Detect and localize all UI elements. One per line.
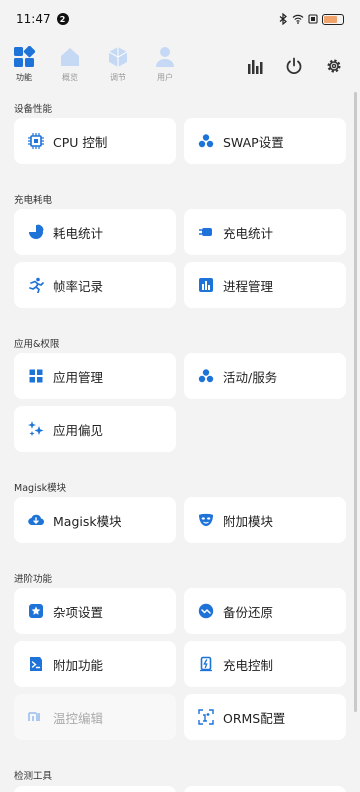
star-badge-icon <box>28 603 44 619</box>
card-label: 杂项设置 <box>53 604 104 620</box>
top-nav: 功能 概览 调节 用户 <box>0 46 360 90</box>
pie-icon <box>28 224 44 240</box>
sparkle-icon <box>28 421 44 437</box>
card-label: 附加模块 <box>223 513 274 529</box>
card-label: 应用偏见 <box>53 422 104 438</box>
user-icon <box>156 47 174 67</box>
section-title-magisk: Magisk模块 <box>14 483 67 494</box>
card-fps-record[interactable]: 帧率记录 <box>14 262 176 308</box>
section-title-advanced: 进阶功能 <box>14 574 53 585</box>
status-time: 11:47 <box>16 12 51 26</box>
restore-icon <box>198 603 214 619</box>
sim-icon <box>308 14 318 24</box>
cpu-icon <box>28 133 44 149</box>
cluster-icon <box>198 133 214 149</box>
card-swap-settings[interactable]: SWAP设置 <box>184 118 346 164</box>
card-thermal-edit[interactable]: 温控编辑 <box>14 694 176 740</box>
tab-adjust[interactable]: 调节 <box>98 46 138 88</box>
card-power-stats[interactable]: 耗电统计 <box>14 209 176 255</box>
orms-icon <box>198 709 214 725</box>
card-label: Magisk模块 <box>53 513 122 529</box>
section-title-apps: 应用&权限 <box>14 339 60 350</box>
card-magisk-module[interactable]: Magisk模块 <box>14 497 176 543</box>
card-label: 耗电统计 <box>53 225 104 241</box>
gear-icon <box>327 59 341 73</box>
card-label: 充电统计 <box>223 225 274 241</box>
scrollbar[interactable] <box>354 92 357 712</box>
card-backup-restore[interactable]: 备份还原 <box>184 588 346 634</box>
section-title-performance: 设备性能 <box>14 104 53 115</box>
status-bar: 11:47 2 <box>0 0 360 38</box>
cluster-icon <box>198 368 214 384</box>
tab-label: 概览 <box>62 73 78 82</box>
card-label: 进程管理 <box>223 278 274 294</box>
tab-overview[interactable]: 概览 <box>50 46 90 88</box>
terminal-icon <box>28 656 44 672</box>
mi-icon <box>28 709 44 725</box>
apps-icon <box>28 368 44 384</box>
mask-icon <box>198 512 214 528</box>
card-label: ORMS配置 <box>223 710 286 726</box>
charge-control-icon <box>198 656 214 672</box>
card-charge-stats[interactable]: 充电统计 <box>184 209 346 255</box>
card-misc-settings[interactable]: 杂项设置 <box>14 588 176 634</box>
card-label: 应用管理 <box>53 369 104 385</box>
run-icon <box>28 277 44 293</box>
card-partial[interactable] <box>184 786 346 792</box>
card-addon-module[interactable]: 附加模块 <box>184 497 346 543</box>
card-orms-config[interactable]: ORMS配置 <box>184 694 346 740</box>
tab-user[interactable]: 用户 <box>145 46 185 88</box>
battery-icon <box>322 13 344 25</box>
bar-chart-icon <box>248 60 263 74</box>
card-label: 帧率记录 <box>53 278 104 294</box>
tab-label: 功能 <box>16 73 32 82</box>
stats-button[interactable] <box>246 56 266 76</box>
section-title-charging: 充电耗电 <box>14 195 53 206</box>
notification-badge: 2 <box>56 13 69 25</box>
card-label: 附加功能 <box>53 657 104 673</box>
home-icon <box>61 48 79 66</box>
card-app-preference[interactable]: 应用偏见 <box>14 406 176 452</box>
card-label: 温控编辑 <box>53 710 104 726</box>
card-label: 备份还原 <box>223 604 274 620</box>
card-label: SWAP设置 <box>223 134 284 150</box>
card-cpu-control[interactable]: CPU 控制 <box>14 118 176 164</box>
power-button[interactable] <box>284 56 304 76</box>
card-charge-control[interactable]: 充电控制 <box>184 641 346 687</box>
card-activity-service[interactable]: 活动/服务 <box>184 353 346 399</box>
tab-label: 调节 <box>110 73 126 82</box>
section-title-tools: 检测工具 <box>14 771 53 782</box>
card-addon-features[interactable]: 附加功能 <box>14 641 176 687</box>
grid-icon <box>14 46 35 67</box>
cloud-download-icon <box>28 512 44 528</box>
tab-functions[interactable]: 功能 <box>4 46 44 88</box>
card-app-manager[interactable]: 应用管理 <box>14 353 176 399</box>
process-icon <box>198 277 214 293</box>
card-partial[interactable] <box>14 786 176 792</box>
card-process-manager[interactable]: 进程管理 <box>184 262 346 308</box>
card-label: 活动/服务 <box>223 369 278 385</box>
wifi-icon <box>292 14 304 24</box>
tab-label: 用户 <box>157 73 173 82</box>
power-icon <box>286 57 302 75</box>
settings-button[interactable] <box>324 56 344 76</box>
card-label: CPU 控制 <box>53 134 108 150</box>
cube-icon <box>108 47 128 67</box>
bluetooth-icon <box>279 13 287 25</box>
charger-icon <box>198 224 214 240</box>
card-label: 充电控制 <box>223 657 274 673</box>
